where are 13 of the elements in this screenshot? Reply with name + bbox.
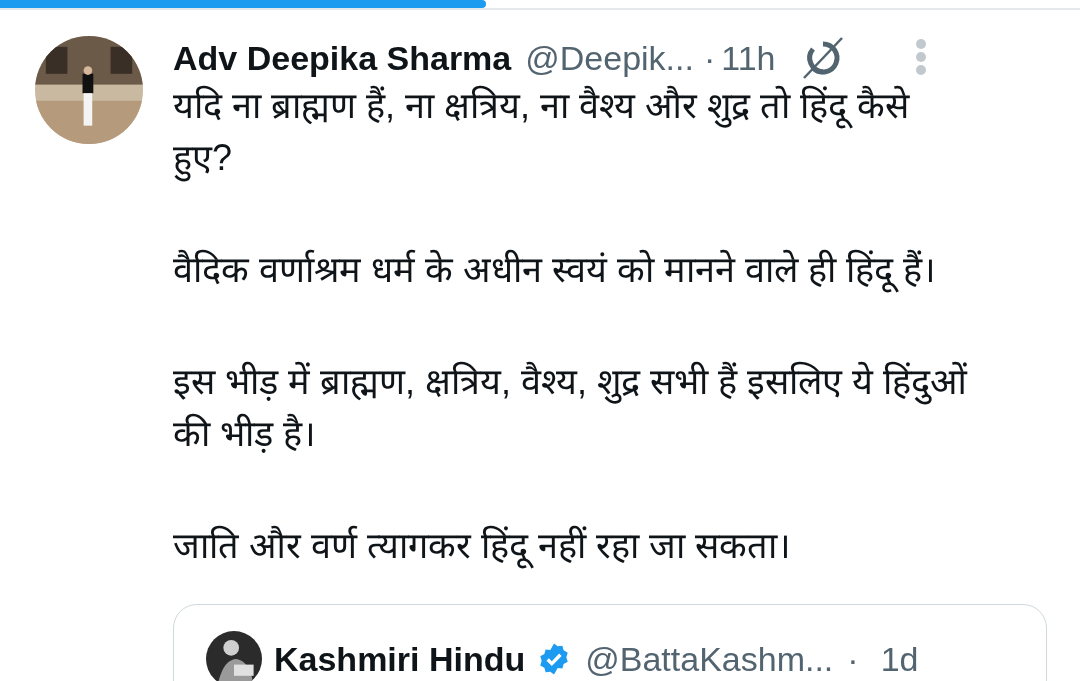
tweet-text: इस भीड़ में ब्राह्मण, क्षत्रिय, वैश्य, शुद्र सभी हैं इसलिए ये हिंदुओं की भीड़ है।	[173, 360, 969, 456]
quoted-timestamp[interactable]: 1d	[880, 639, 919, 679]
quoted-tweet-card[interactable]: Kashmiri Hindu @BattaKashm... · 1d	[173, 604, 1047, 681]
tweet-text: वैदिक वर्णाश्रम धर्म के अधीन स्वयं को मानने वाले ही हिंदू हैं।	[173, 244, 973, 296]
separator: ·	[703, 38, 716, 78]
quoted-author-handle[interactable]: @BattaKashm...	[585, 639, 834, 679]
tweet-text: यदि ना ब्राह्मण हैं, ना क्षत्रिय, ना वैश्य और शुद्र तो हिंदू कैसे हुए?	[173, 80, 973, 184]
quoted-author-name[interactable]: Kashmiri Hindu	[274, 639, 526, 679]
separator: ·	[847, 639, 859, 679]
timestamp[interactable]: 11h	[721, 38, 776, 78]
author-name[interactable]: Adv Deepika Sharma	[173, 38, 512, 78]
tweet-text: जाति और वर्ण त्यागकर हिंदू नहीं रहा जा सकता।	[173, 520, 973, 572]
author-handle[interactable]: @Deepik...	[525, 38, 694, 78]
